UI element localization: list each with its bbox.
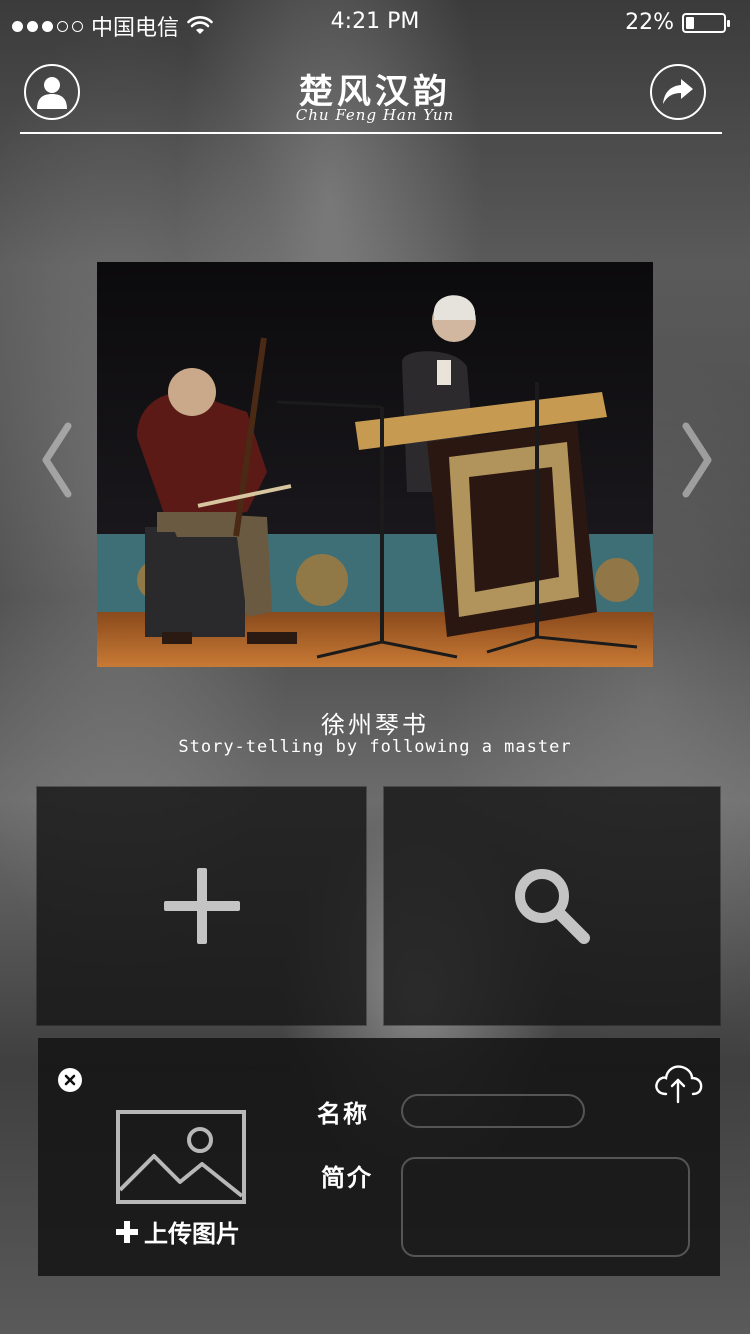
header-divider xyxy=(20,132,722,134)
search-icon xyxy=(515,869,590,944)
page-subtitle: Chu Feng Han Yun xyxy=(295,106,455,124)
item-title: 徐州琴书 xyxy=(321,711,429,739)
nav-bar: 楚风汉韵 Chu Feng Han Yun xyxy=(0,60,750,136)
featured-photo[interactable] xyxy=(97,262,653,667)
close-button[interactable] xyxy=(58,1068,82,1092)
plus-icon xyxy=(116,1220,138,1243)
intro-field[interactable] xyxy=(401,1157,690,1257)
name-field[interactable] xyxy=(401,1094,585,1128)
image-placeholder-icon[interactable] xyxy=(116,1110,246,1204)
upload-image-label: 上传图片 xyxy=(144,1220,240,1248)
cloud-upload-icon[interactable] xyxy=(652,1060,704,1104)
upload-image-button[interactable]: 上传图片 xyxy=(116,1214,240,1249)
name-label: 名称 xyxy=(317,1100,369,1128)
add-button[interactable] xyxy=(37,787,366,1025)
share-button[interactable] xyxy=(650,64,706,120)
battery-percent: 22% xyxy=(625,10,674,35)
status-right: 22% xyxy=(625,10,730,35)
item-subtitle: Story-telling by following a master xyxy=(178,737,572,757)
share-icon xyxy=(663,79,693,104)
status-bar: 中国电信 4:21 PM 22% xyxy=(0,0,750,46)
battery-icon xyxy=(682,12,730,33)
search-button[interactable] xyxy=(384,787,720,1025)
upload-panel: 上传图片 名称 简介 xyxy=(38,1038,720,1276)
plus-icon xyxy=(163,868,240,944)
close-icon xyxy=(64,1074,76,1086)
battery-fill xyxy=(686,16,694,29)
performance-photo xyxy=(97,262,653,667)
chevron-left-icon[interactable] xyxy=(38,420,78,500)
intro-label: 简介 xyxy=(321,1164,373,1192)
chevron-right-icon[interactable] xyxy=(676,420,716,500)
